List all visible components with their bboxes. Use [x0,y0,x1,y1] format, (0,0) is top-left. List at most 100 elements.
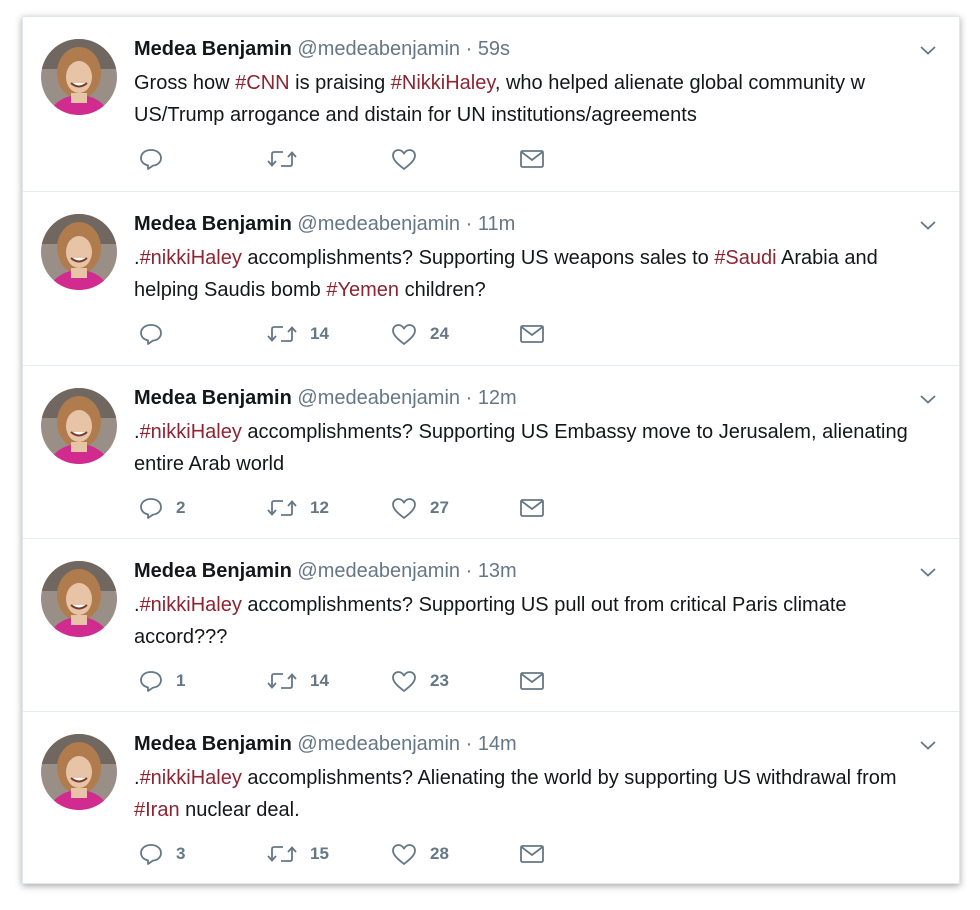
reply-icon [138,495,164,521]
separator-dot: · [465,38,473,60]
retweets-count: 14 [310,671,329,690]
reply-button[interactable] [138,145,164,173]
separator-dot: · [465,560,473,582]
tweet-text-segment: accomplishments? Alienating the world by… [241,767,897,789]
avatar[interactable] [41,39,117,115]
retweet-button[interactable] [266,145,298,173]
display-name[interactable]: Medea Benjamin [134,213,292,235]
tweet-text: .#nikkiHaley accomplishments? Supporting… [134,242,944,306]
hashtag-link[interactable]: #CNN [235,72,289,94]
retweet-button[interactable]: 12 [266,494,329,522]
chevron-down-icon[interactable] [919,390,937,408]
reply-icon [138,321,164,347]
avatar[interactable] [41,388,117,464]
envelope-icon [518,321,546,347]
tweet-header: Medea Benjamin @medeabenjamin · 12m [134,386,517,410]
replies-count: 1 [176,671,186,690]
avatar[interactable] [41,561,117,637]
tweet[interactable]: Medea Benjamin @medeabenjamin · 13m .#ni… [23,538,959,711]
hashtag-link[interactable]: #Yemen [326,279,399,301]
like-button[interactable]: 27 [390,494,449,522]
user-handle[interactable]: @medeabenjamin [297,733,460,755]
chevron-down-icon[interactable] [919,563,937,581]
heart-icon [390,668,418,694]
separator-dot: · [465,733,473,755]
envelope-icon [518,668,546,694]
tweet-text: .#nikkiHaley accomplishments? Supporting… [134,589,944,653]
likes-count: 24 [430,324,449,343]
tweet[interactable]: Medea Benjamin @medeabenjamin · 11m .#ni… [23,191,959,365]
tweet-actions: 1 14 23 [138,667,638,695]
tweet-text-segment: is praising [289,72,391,94]
direct-message-button[interactable] [518,840,546,868]
timestamp[interactable]: 11m [478,213,515,235]
timestamp[interactable]: 12m [478,387,517,409]
display-name[interactable]: Medea Benjamin [134,560,292,582]
direct-message-button[interactable] [518,667,546,695]
heart-icon [390,321,418,347]
avatar[interactable] [41,214,117,290]
avatar[interactable] [41,734,117,810]
likes-count: 27 [430,498,449,517]
like-button[interactable] [390,145,418,173]
tweet[interactable]: Medea Benjamin @medeabenjamin · 12m .#ni… [23,365,959,538]
hashtag-link[interactable]: #Saudi [714,247,776,269]
chevron-down-icon[interactable] [919,216,937,234]
hashtag-link[interactable]: #nikkiHaley [140,247,242,269]
reply-button[interactable]: 3 [138,840,185,868]
user-handle[interactable]: @medeabenjamin [297,213,460,235]
tweet[interactable]: Medea Benjamin @medeabenjamin · 59s Gros… [23,17,959,191]
display-name[interactable]: Medea Benjamin [134,387,292,409]
display-name[interactable]: Medea Benjamin [134,733,292,755]
tweet-text-segment: accomplishments? Supporting US Embassy m… [134,421,908,475]
heart-icon [390,495,418,521]
tweet-text: .#nikkiHaley accomplishments? Alienating… [134,762,944,826]
like-button[interactable]: 24 [390,320,449,348]
retweet-button[interactable]: 15 [266,840,329,868]
heart-icon [390,841,418,867]
tweet[interactable]: Medea Benjamin @medeabenjamin · 14m .#ni… [23,711,959,883]
replies-count: 2 [176,498,186,517]
reply-button[interactable] [138,320,164,348]
tweet-timeline: Medea Benjamin @medeabenjamin · 59s Gros… [22,16,960,884]
heart-icon [390,146,418,172]
user-handle[interactable]: @medeabenjamin [297,38,460,60]
chevron-down-icon[interactable] [919,736,937,754]
tweet-header: Medea Benjamin @medeabenjamin · 59s [134,37,510,61]
retweet-icon [266,495,298,521]
tweet-text: Gross how #CNN is praising #NikkiHaley, … [134,67,944,131]
like-button[interactable]: 28 [390,840,449,868]
tweet-text-segment: nuclear deal. [179,799,300,821]
retweets-count: 15 [310,844,329,863]
like-button[interactable]: 23 [390,667,449,695]
direct-message-button[interactable] [518,494,546,522]
timestamp[interactable]: 59s [478,38,510,60]
hashtag-link[interactable]: #nikkiHaley [140,421,242,443]
separator-dot: · [465,213,473,235]
hashtag-link[interactable]: #NikkiHaley [391,72,495,94]
envelope-icon [518,146,546,172]
user-handle[interactable]: @medeabenjamin [297,387,460,409]
tweet-text: .#nikkiHaley accomplishments? Supporting… [134,416,944,480]
reply-button[interactable]: 1 [138,667,185,695]
reply-button[interactable]: 2 [138,494,185,522]
hashtag-link[interactable]: #Iran [134,799,180,821]
retweet-button[interactable]: 14 [266,320,329,348]
envelope-icon [518,841,546,867]
reply-icon [138,841,164,867]
display-name[interactable]: Medea Benjamin [134,38,292,60]
direct-message-button[interactable] [518,320,546,348]
hashtag-link[interactable]: #nikkiHaley [140,594,242,616]
retweets-count: 14 [310,324,329,343]
timestamp[interactable]: 14m [478,733,517,755]
timestamp[interactable]: 13m [478,560,517,582]
direct-message-button[interactable] [518,145,546,173]
tweet-text-segment: accomplishments? Supporting US weapons s… [241,247,715,269]
tweet-actions: 2 12 27 [138,494,638,522]
user-handle[interactable]: @medeabenjamin [297,560,460,582]
chevron-down-icon[interactable] [919,41,937,59]
replies-count: 3 [176,844,186,863]
retweet-button[interactable]: 14 [266,667,329,695]
tweet-header: Medea Benjamin @medeabenjamin · 14m [134,732,517,756]
hashtag-link[interactable]: #nikkiHaley [140,767,242,789]
